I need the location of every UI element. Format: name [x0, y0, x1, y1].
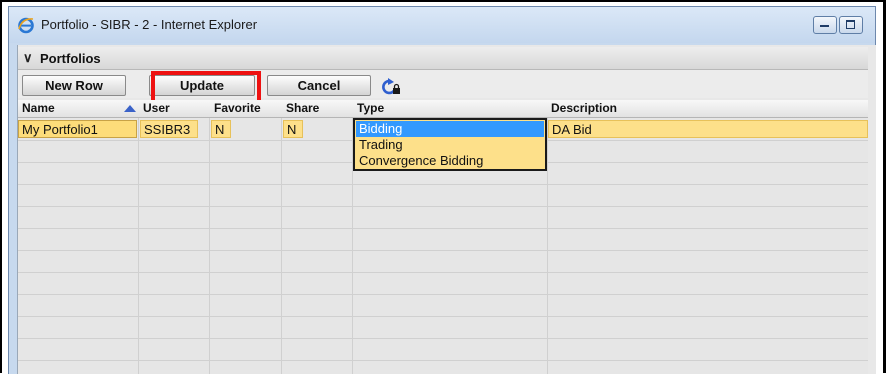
- screenshot-border-left: [0, 0, 2, 373]
- refresh-lock-icon[interactable]: [380, 78, 402, 96]
- type-option-trading[interactable]: Trading: [356, 137, 544, 153]
- row-divider: [18, 316, 868, 317]
- toolbar: New Row Update Cancel: [18, 70, 868, 98]
- table-header: Name User Favorite Share Type Descriptio…: [18, 100, 868, 118]
- sort-ascending-icon: [124, 105, 136, 112]
- cell-user[interactable]: SSIBR3: [140, 120, 198, 138]
- cell-share[interactable]: N: [283, 120, 303, 138]
- maximize-button[interactable]: [839, 16, 863, 34]
- column-header-type[interactable]: Type: [357, 101, 384, 115]
- row-divider: [18, 294, 868, 295]
- cancel-button[interactable]: Cancel: [267, 75, 371, 96]
- row-divider: [18, 184, 868, 185]
- window-title: Portfolio - SIBR - 2 - Internet Explorer: [41, 17, 258, 32]
- column-divider: [281, 118, 282, 374]
- cell-name[interactable]: My Portfolio1: [18, 120, 137, 138]
- browser-window: Portfolio - SIBR - 2 - Internet Explorer…: [8, 6, 876, 374]
- row-divider: [18, 272, 868, 273]
- column-header-description[interactable]: Description: [551, 101, 617, 115]
- column-header-share[interactable]: Share: [286, 101, 319, 115]
- row-divider: [18, 338, 868, 339]
- column-header-favorite[interactable]: Favorite: [214, 101, 261, 115]
- row-divider: [18, 228, 868, 229]
- portfolio-table: My Portfolio1 SSIBR3 N N DA Bid Bidding …: [18, 118, 868, 374]
- portfolio-panel: ∨ Portfolios New Row Update Cancel Name …: [17, 45, 876, 374]
- cell-description[interactable]: DA Bid: [548, 120, 868, 138]
- row-divider: [18, 360, 868, 361]
- column-divider: [547, 118, 548, 374]
- minimize-button[interactable]: [813, 16, 837, 34]
- column-header-name[interactable]: Name: [22, 101, 55, 115]
- section-title: Portfolios: [40, 51, 101, 66]
- column-header-user[interactable]: User: [143, 101, 170, 115]
- new-row-button[interactable]: New Row: [22, 75, 126, 96]
- type-option-convergence-bidding[interactable]: Convergence Bidding: [356, 153, 544, 169]
- internet-explorer-icon: [18, 17, 34, 34]
- type-option-bidding[interactable]: Bidding: [356, 121, 544, 137]
- screenshot-border-top: [0, 0, 886, 2]
- maximize-icon: [846, 20, 855, 29]
- title-bar: Portfolio - SIBR - 2 - Internet Explorer: [9, 7, 875, 43]
- column-divider: [209, 118, 210, 374]
- type-dropdown-list[interactable]: Bidding Trading Convergence Bidding: [353, 118, 547, 171]
- chevron-down-icon[interactable]: ∨: [23, 50, 33, 66]
- cell-favorite[interactable]: N: [211, 120, 231, 138]
- row-divider: [18, 250, 868, 251]
- minimize-icon: [820, 25, 829, 27]
- row-divider: [18, 206, 868, 207]
- portfolios-section-header[interactable]: ∨ Portfolios: [18, 47, 868, 70]
- column-divider: [138, 118, 139, 374]
